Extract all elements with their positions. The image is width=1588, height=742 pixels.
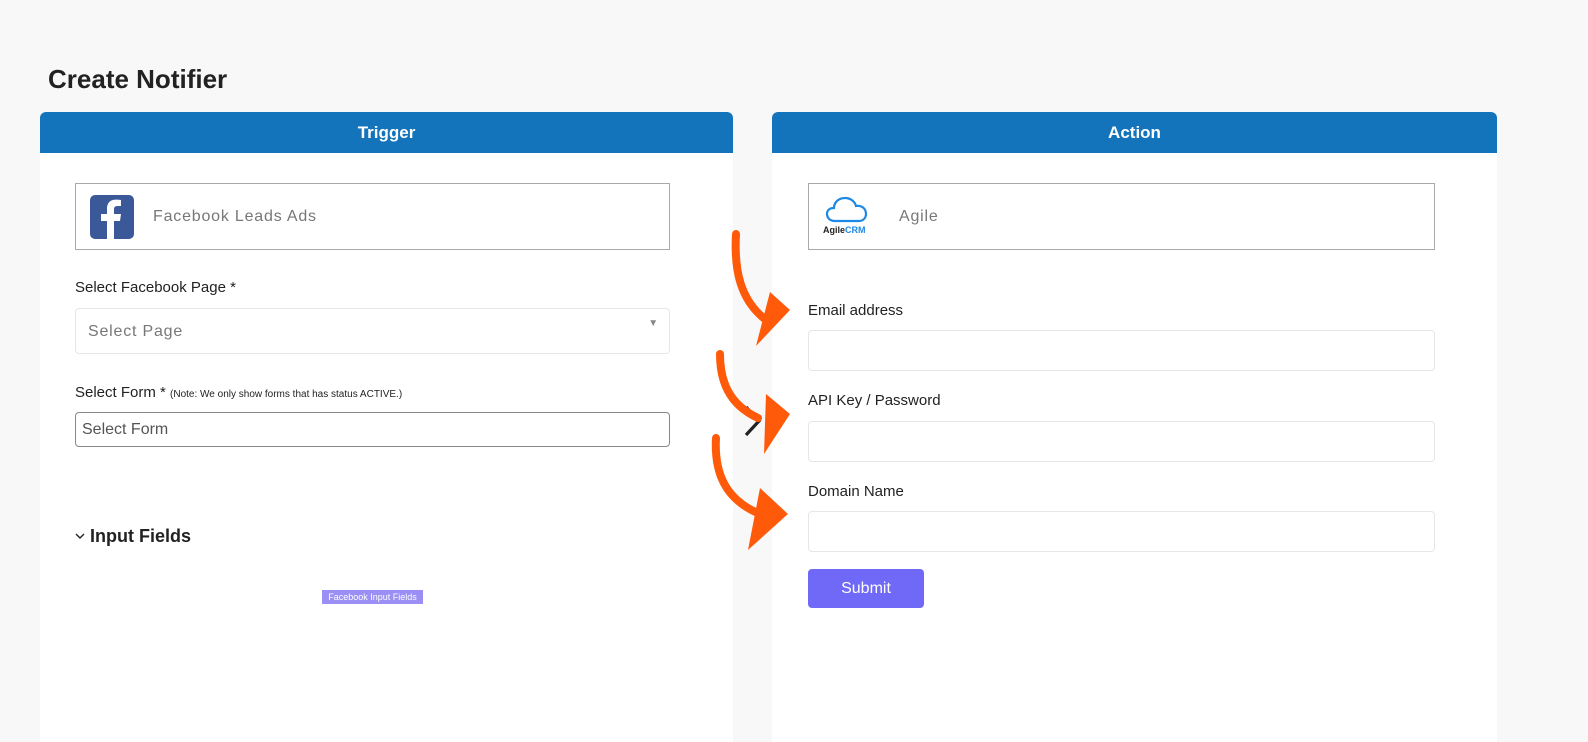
action-header: Action (772, 112, 1497, 153)
facebook-page-label: Select Facebook Page * (75, 279, 236, 296)
api-key-label: API Key / Password (808, 392, 941, 409)
agile-crm-cloud-icon: AgileCRM (823, 195, 871, 239)
action-app-selector[interactable]: AgileCRM Agile (808, 183, 1435, 250)
agile-logo-text: AgileCRM (823, 224, 866, 235)
input-fields-title: Input Fields (90, 526, 191, 546)
facebook-input-fields-tag: Facebook Input Fields (322, 590, 423, 604)
input-fields-toggle[interactable]: Input Fields (74, 526, 191, 547)
trigger-app-selector[interactable]: Facebook Leads Ads (75, 183, 670, 250)
chevron-down-icon (74, 526, 86, 547)
action-app-name: Agile (899, 207, 939, 225)
form-note: (Note: We only show forms that has statu… (170, 389, 403, 400)
form-select-input[interactable]: Select Form (75, 412, 670, 447)
trigger-header: Trigger (40, 112, 733, 153)
orange-arrow-icon (711, 434, 788, 550)
facebook-page-select[interactable]: Select Page ▼ (75, 308, 670, 354)
caret-down-icon: ▼ (648, 318, 659, 329)
form-placeholder: Select Form (82, 421, 169, 438)
form-label: Select Form * (Note: We only show forms … (75, 384, 402, 401)
email-input[interactable] (808, 330, 1435, 371)
submit-button[interactable]: Submit (808, 569, 924, 608)
facebook-page-placeholder: Select Page (88, 323, 184, 340)
trigger-app-name: Facebook Leads Ads (153, 207, 317, 225)
page-title: Create Notifier (48, 64, 228, 94)
orange-arrow-icon (731, 230, 790, 346)
email-label: Email address (808, 302, 904, 319)
facebook-logo-icon (90, 194, 134, 239)
domain-label: Domain Name (808, 483, 904, 500)
api-key-input[interactable] (808, 421, 1435, 462)
domain-input[interactable] (808, 511, 1435, 552)
form-label-text: Select Form * (75, 384, 166, 401)
